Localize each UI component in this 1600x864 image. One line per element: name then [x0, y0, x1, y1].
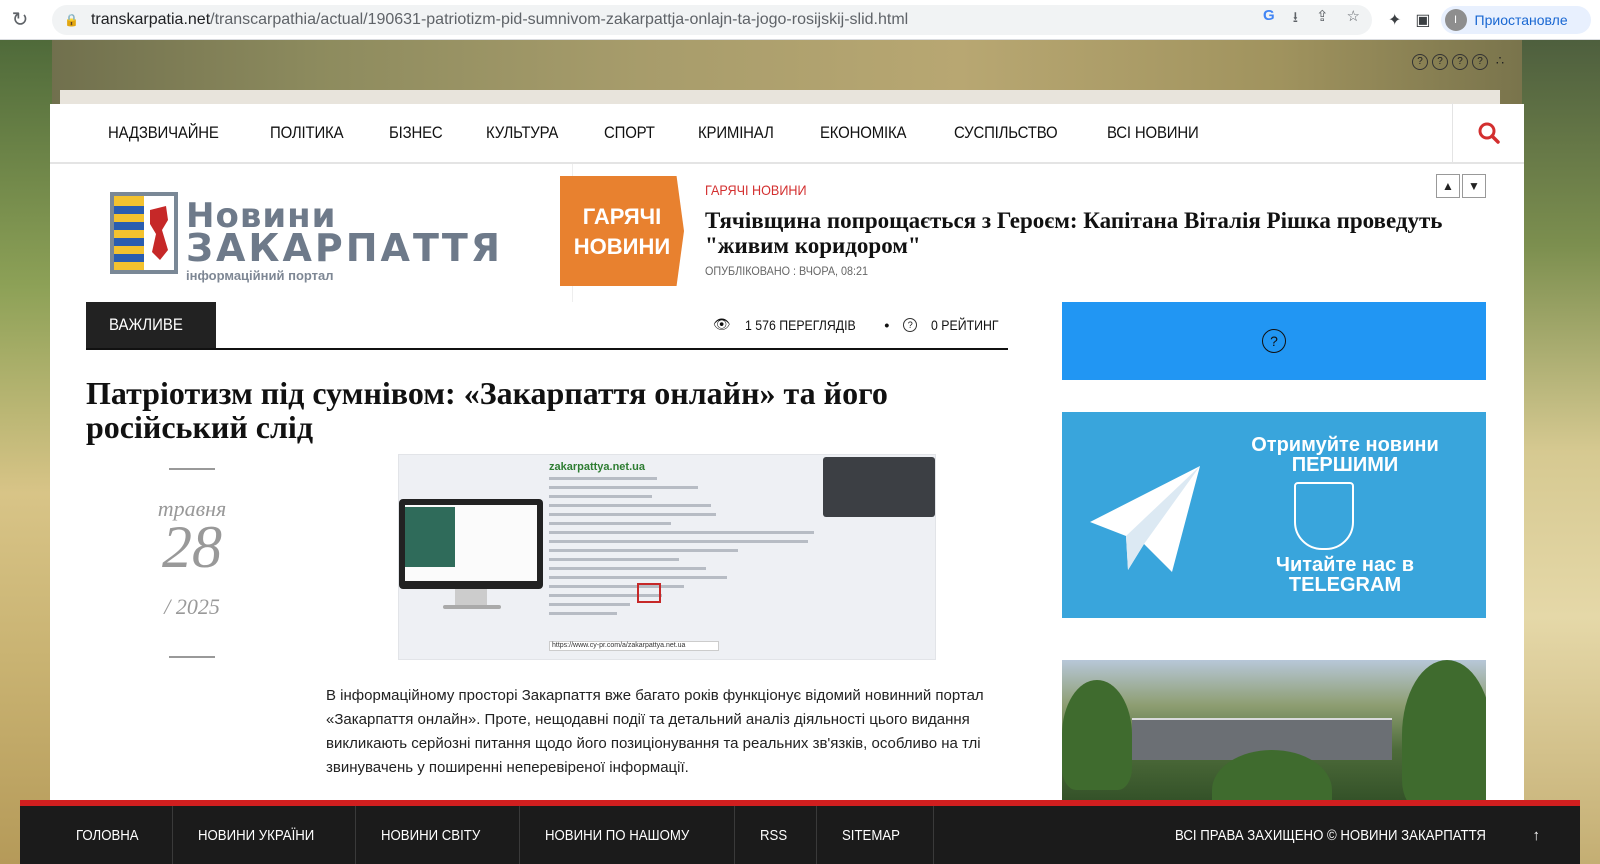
footer-link-world[interactable]: НОВИНИ СВІТУ: [356, 806, 521, 864]
article-image[interactable]: zakarpattya.net.ua https://www.cy-pr.com…: [398, 454, 936, 660]
rss-icon[interactable]: ∴: [1492, 54, 1508, 70]
address-bar[interactable]: 🔒 transkarpatia.net /transcarpathia/actu…: [52, 4, 1372, 35]
image-arrow-marker: [637, 583, 661, 603]
main-nav: НАДЗВИЧАЙНЕ ПОЛІТИКА БІЗНЕС КУЛЬТУРА СПО…: [50, 103, 1524, 164]
back-to-top-icon[interactable]: ↑: [1533, 827, 1541, 844]
nav-item-sport[interactable]: СПОРТ: [604, 123, 655, 143]
avatar: I: [1444, 8, 1467, 31]
social-links: ? ? ? ? ∴: [1412, 54, 1508, 70]
social-icon[interactable]: ?: [1432, 54, 1448, 70]
footer: ГОЛОВНА НОВИНИ УКРАЇНИ НОВИНИ СВІТУ НОВИ…: [20, 806, 1580, 864]
logo-line-2: ЗАКАРПАТТЯ: [186, 226, 504, 270]
profile-button[interactable]: I Приостановле: [1440, 5, 1591, 34]
hot-news-pager: ▲ ▼: [1436, 174, 1486, 198]
nav-item-nadzvychaine[interactable]: НАДЗВИЧАЙНЕ: [108, 123, 219, 143]
url-path: /transcarpathia/actual/190631-patriotizm…: [210, 10, 909, 28]
image-url-field: https://www.cy-pr.com/a/zakarpattya.net.…: [549, 641, 719, 651]
footer-link-rss[interactable]: RSS: [735, 806, 817, 864]
footer-link-local[interactable]: НОВИНИ ПО НАШОМУ: [520, 806, 735, 864]
article-body: В інформаційному просторі Закарпаття вже…: [326, 687, 984, 776]
coat-of-arms-icon: [110, 192, 178, 274]
telegram-line-2: ПЕРШИМИ: [1291, 454, 1399, 476]
hot-news-label: ГАРЯЧІ НОВИНИ: [705, 182, 807, 198]
social-icon[interactable]: ?: [1412, 54, 1428, 70]
hot-news-meta: ОПУБЛІКОВАНО : ВЧОРА, 08:21: [705, 264, 869, 278]
rating-icon: ?: [903, 317, 918, 332]
url-host: transkarpatia.net: [90, 10, 211, 28]
site-container: НАДЗВИЧАЙНЕ ПОЛІТИКА БІЗНЕС КУЛЬТУРА СПО…: [50, 103, 1524, 864]
placeholder-icon: ?: [1262, 329, 1286, 353]
nav-item-biznes[interactable]: БІЗНЕС: [389, 123, 443, 143]
container-shadow: [60, 90, 1500, 104]
nav-item-kryminal[interactable]: КРИМІНАЛ: [698, 123, 774, 143]
search-icon: [1478, 122, 1500, 144]
nav-item-vsi-novyny[interactable]: ВСІ НОВИНИ: [1107, 123, 1199, 143]
image-context-menu: [823, 457, 935, 517]
logo-tagline: інформаційний портал: [186, 268, 334, 283]
article-date: травня 28 / 2025: [136, 468, 248, 658]
date-rule-bottom: [169, 656, 215, 658]
stats-separator: •: [884, 316, 890, 333]
extensions-icon[interactable]: ✦: [1388, 10, 1401, 30]
coat-of-arms-icon: [1294, 482, 1354, 550]
views-icon: 👁: [712, 316, 731, 332]
social-icon[interactable]: ?: [1472, 54, 1488, 70]
date-day: 28: [162, 514, 222, 580]
nav-item-ekonomika[interactable]: ЕКОНОМІКА: [820, 123, 907, 143]
date-rule-top: [169, 468, 215, 470]
hot-news-title[interactable]: Тячівщина попрощається з Героєм: Капітан…: [705, 208, 1475, 258]
category-button[interactable]: ВАЖЛИВЕ: [86, 302, 216, 348]
rating-count: 0 РЕЙТИНГ: [931, 316, 999, 333]
article-meta-bar: ВАЖЛИВЕ 👁 1 576 ПЕРЕГЛЯДІВ • ? 0 РЕЙТИНГ: [86, 302, 1008, 350]
hot-badge-line-1: ГАРЯЧІ: [582, 204, 662, 229]
hot-badge-line-2: НОВИНИ: [573, 234, 671, 259]
nav-item-suspilstvo[interactable]: СУСПІЛЬСТВО: [954, 123, 1058, 143]
image-site-name: zakarpattya.net.ua: [549, 461, 645, 473]
social-icon[interactable]: ?: [1452, 54, 1468, 70]
share-icon[interactable]: ⇪: [1316, 7, 1329, 32]
chevron-up-icon[interactable]: ▲: [1436, 174, 1460, 198]
article-stats: 👁 1 576 ПЕРЕГЛЯДІВ • ? 0 РЕЙТИНГ: [713, 316, 1008, 333]
site-logo[interactable]: Новини ЗАКАРПАТТЯ інформаційний портал: [108, 190, 508, 283]
footer-copyright: ВСІ ПРАВА ЗАХИЩЕНО © НОВИНИ ЗАКАРПАТТЯ ↑: [1175, 826, 1541, 844]
footer-link-home[interactable]: ГОЛОВНА: [20, 806, 174, 864]
image-text-lines: [549, 477, 819, 621]
nav-item-polityka[interactable]: ПОЛІТИКА: [270, 123, 344, 143]
install-icon[interactable]: ⭳: [1293, 7, 1298, 32]
side-panel-icon[interactable]: ▣: [1415, 10, 1430, 30]
footer-link-sitemap[interactable]: SITEMAP: [817, 806, 934, 864]
date-year: / 2025: [164, 594, 220, 619]
background-landscape-right: [1522, 40, 1600, 864]
image-monitor: [399, 499, 543, 589]
chevron-down-icon[interactable]: ▼: [1462, 174, 1486, 198]
sidebar-photo[interactable]: [1062, 660, 1486, 810]
article-headline: Патріотизм під сумнівом: «Закарпаття онл…: [86, 375, 888, 445]
site-info-icon[interactable]: 🔒: [64, 13, 79, 27]
bookmark-star-icon[interactable]: ☆: [1347, 7, 1360, 32]
profile-label: Приостановле: [1474, 11, 1568, 28]
telegram-line-1: Отримуйте новини: [1251, 434, 1439, 456]
hot-news-badge: ГАРЯЧІ НОВИНИ: [560, 176, 684, 286]
google-lens-icon[interactable]: G: [1263, 7, 1275, 32]
footer-link-ukraine[interactable]: НОВИНИ УКРАЇНИ: [173, 806, 357, 864]
telegram-banner[interactable]: Отримуйте новини ПЕРШИМИ Читайте нас в T…: [1062, 412, 1486, 618]
telegram-line-4: TELEGRAM: [1288, 574, 1402, 596]
telegram-line-3: Читайте нас в: [1275, 554, 1415, 576]
nav-item-kultura[interactable]: КУЛЬТУРА: [486, 123, 558, 143]
background-landscape-left: [0, 40, 52, 864]
telegram-icon: [1090, 466, 1200, 572]
article: ВАЖЛИВЕ 👁 1 576 ПЕРЕГЛЯДІВ • ? 0 РЕЙТИНГ…: [86, 302, 1008, 776]
reload-icon[interactable]: ↻: [0, 7, 40, 32]
site-header: Новини ЗАКАРПАТТЯ інформаційний портал Г…: [50, 164, 1524, 302]
views-count: 1 576 ПЕРЕГЛЯДІВ: [744, 316, 856, 333]
search-button[interactable]: [1452, 103, 1524, 163]
browser-toolbar: ↻ 🔒 transkarpatia.net /transcarpathia/ac…: [0, 0, 1600, 40]
sidebar-banner[interactable]: ?: [1062, 302, 1486, 380]
